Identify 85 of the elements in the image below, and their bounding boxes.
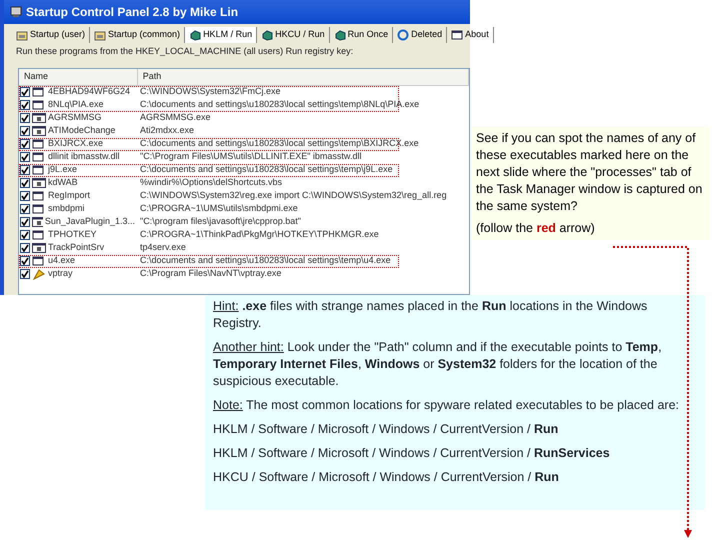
program-path: "C:\program files\javasoft\jre\cpprop.bat" bbox=[139, 215, 301, 228]
follow-text: (follow the red arrow) bbox=[476, 220, 595, 237]
program-path: C:\PROGRA~1\ThinkPad\PkgMgr\HOTKEY\TPHKMGR.exe bbox=[139, 228, 379, 242]
program-path: C:\WINDOWS\System32\FmCj.exe bbox=[139, 85, 281, 98]
program-name: dllinit ibmasstw.dll bbox=[48, 150, 120, 164]
tab[interactable]: Deleted bbox=[393, 27, 448, 42]
program-name: AGRSMMSG bbox=[48, 111, 102, 124]
checkbox[interactable] bbox=[20, 139, 30, 149]
cube-icon bbox=[261, 28, 274, 41]
window-icon bbox=[32, 255, 46, 267]
hint-paragraph: Note: The most common locations for spyware related executables to be placed are: bbox=[213, 397, 680, 414]
program-name: BXIJRCX.exe bbox=[48, 137, 104, 150]
window-icon bbox=[32, 229, 46, 241]
window-icon bbox=[32, 151, 46, 163]
hint-paragraph: Another hint: Look under the "Path" column and if the executable points to Temp, Temporary Internet Files, Windows or System32 folders for the location of the suspicious executable. bbox=[213, 339, 663, 390]
registry-path: HKCU / Software / Microsoft / Windows / CurrentVersion / Run bbox=[213, 469, 560, 486]
program-name: 4EBHAD94WF6G24 bbox=[48, 85, 130, 98]
program-name: u4.exe bbox=[48, 254, 76, 268]
checkbox[interactable] bbox=[20, 217, 30, 227]
cube-icon bbox=[334, 28, 346, 41]
column-header[interactable]: Name bbox=[19, 69, 138, 84]
program-icon bbox=[32, 268, 46, 280]
checkbox[interactable] bbox=[20, 243, 30, 253]
registry-path: HKLM / Software / Microsoft / Windows / CurrentVersion / Run bbox=[213, 421, 560, 438]
program-name: Sun_JavaPlugin_1.3... bbox=[44, 215, 135, 228]
program-name: RegImport bbox=[48, 189, 90, 202]
note-text: See if you can spot the names of any of these executables marked here on the next slide where the "processes" tab of the Task Manager window is captured on the same system? bbox=[476, 130, 704, 215]
tab[interactable]: HKCU / Run bbox=[257, 27, 330, 42]
program-name: kdWAB bbox=[48, 176, 78, 190]
program-name: smbdpmi bbox=[48, 202, 85, 216]
program-path: %windir%\Options\delShortcuts.vbs bbox=[139, 176, 282, 190]
window-icon bbox=[32, 138, 46, 150]
window-icon bbox=[32, 190, 46, 202]
checkbox[interactable] bbox=[20, 191, 30, 201]
window-icon bbox=[32, 125, 46, 137]
column-header[interactable]: Path bbox=[138, 69, 469, 84]
checkbox[interactable] bbox=[20, 178, 30, 188]
tab[interactable]: Startup (user) bbox=[12, 27, 90, 42]
checkbox[interactable] bbox=[20, 126, 30, 136]
window-icon bbox=[32, 216, 43, 228]
window-icon bbox=[32, 203, 46, 215]
hint-paragraph: Hint: .exe files with strange names placed in the Run locations in the Windows Registry. bbox=[213, 298, 648, 332]
tab[interactable]: HKLM / Run bbox=[185, 27, 258, 42]
checkbox[interactable] bbox=[20, 204, 30, 214]
folder-icon bbox=[16, 28, 28, 41]
window-title: Startup Control Panel 2.8 by Mike Lin bbox=[26, 4, 238, 21]
checkbox[interactable] bbox=[20, 100, 30, 110]
window-icon bbox=[451, 28, 464, 41]
window-icon bbox=[32, 242, 46, 254]
window-icon bbox=[32, 164, 46, 176]
folder-icon bbox=[94, 28, 106, 41]
program-path: Ati2mdxx.exe bbox=[139, 124, 194, 138]
program-name: ATIModeChange bbox=[48, 124, 116, 138]
checkbox[interactable] bbox=[20, 269, 30, 279]
checkbox[interactable] bbox=[20, 256, 30, 266]
app-icon bbox=[10, 6, 22, 18]
registry-path: HKLM / Software / Microsoft / Windows / CurrentVersion / RunServices bbox=[213, 445, 611, 462]
tab[interactable]: Run Once bbox=[330, 27, 394, 42]
program-path: C:\documents and settings\u180283\local settings\temp\u4.exe bbox=[139, 254, 391, 268]
program-name: j9L.exe bbox=[48, 163, 78, 176]
window-icon bbox=[32, 177, 46, 189]
window-icon bbox=[32, 112, 46, 124]
program-path: C:\documents and settings\u180283\local settings\temp\j9L.exe bbox=[139, 163, 393, 176]
checkbox[interactable] bbox=[20, 230, 30, 240]
program-name: vptray bbox=[48, 267, 73, 280]
description-text: Run these programs from the HKEY_LOCAL_MACHINE (all users) Run registry key: bbox=[15, 44, 354, 58]
program-path: C:\Program Files\NavNT\vptray.exe bbox=[139, 267, 282, 280]
program-name: 8NLq\PIA.exe bbox=[48, 98, 104, 112]
program-name: TrackPointSrv bbox=[48, 241, 104, 254]
window-icon bbox=[32, 86, 46, 98]
program-name: TPHOTKEY bbox=[48, 228, 97, 242]
program-path: "C:\Program Files\UMS\utils\DLLINIT.EXE" ibmasstw.dll bbox=[139, 150, 362, 164]
checkbox[interactable] bbox=[20, 87, 30, 97]
checkbox[interactable] bbox=[20, 152, 30, 162]
program-path: C:\PROGRA~1\UMS\utils\smbdpmi.exe bbox=[139, 202, 298, 216]
checkbox[interactable] bbox=[20, 165, 30, 175]
program-path: tp4serv.exe bbox=[139, 241, 186, 254]
program-path: C:\WINDOWS\System32\reg.exe import C:\WINDOWS\System32\reg_all.reg bbox=[139, 189, 447, 202]
program-path: AGRSMMSG.exe bbox=[139, 111, 211, 124]
checkbox[interactable] bbox=[20, 113, 30, 123]
window-icon bbox=[32, 99, 46, 111]
program-path: C:\documents and settings\u180283\local settings\temp\BXIJRCX.exe bbox=[139, 137, 419, 150]
tab[interactable]: About bbox=[447, 27, 494, 42]
cube-icon bbox=[189, 28, 202, 41]
program-path: C:\documents and settings\u180283\local settings\temp\8NLq\PIA.exe bbox=[139, 98, 420, 112]
